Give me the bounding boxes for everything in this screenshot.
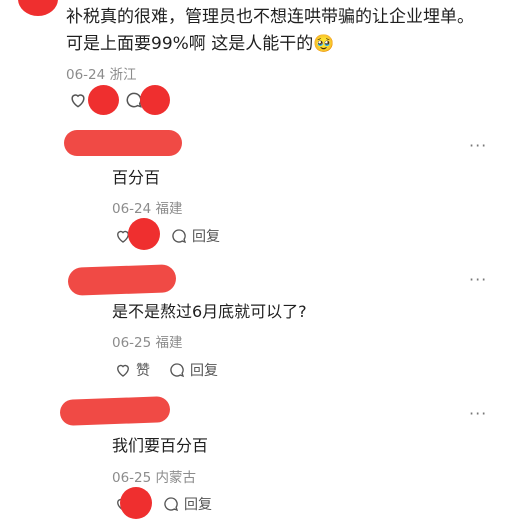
username-redacted [59,396,171,426]
reply-count-redacted [140,85,170,115]
reply-location: 内蒙古 [155,470,197,486]
comment-bubble-icon [164,497,179,512]
username-redacted [64,130,182,156]
reply-label: 回复 [184,497,212,513]
like-button[interactable] [68,90,88,110]
like-count-redacted [120,487,152,519]
reply-date: 06-24 [112,201,152,217]
comment-bubble-icon [170,363,185,378]
avatar-redacted [18,0,58,16]
comment-meta: 06-24 浙江 [66,63,137,83]
reply-button[interactable]: 回复 [162,494,212,514]
heart-icon [117,364,129,377]
like-count-redacted [128,218,160,250]
like-count-redacted [88,85,119,115]
reply-label: 回复 [190,363,218,379]
reply-meta: 06-25 福建 [112,331,183,351]
reply-location: 福建 [155,335,183,351]
comment-text-line2: 可是上面要99%啊 这是人能干的🥹 [66,31,334,57]
reply-date: 06-25 [112,470,152,486]
reply-button[interactable]: 回复 [170,226,220,246]
reply-label: 回复 [192,229,220,245]
reply-text: 百分百 [112,168,161,187]
comment-location: 浙江 [109,67,137,83]
comment-date: 06-24 [66,67,106,83]
reply-date: 06-25 [112,335,152,351]
more-options-button[interactable]: ··· [469,270,487,289]
comment-bubble-icon [172,229,187,244]
comment-text-line1: 补税真的很难，管理员也不想连哄带骗的让企业埋单。 [66,7,474,27]
like-button[interactable]: 赞 [114,360,150,380]
more-options-button[interactable]: ··· [469,404,487,423]
like-label: 赞 [136,363,150,379]
username-redacted [67,264,177,296]
reply-button[interactable]: 回复 [168,360,218,380]
reply-meta: 06-24 福建 [112,197,183,217]
reply-text: 我们要百分百 [112,436,209,455]
reply-meta: 06-25 内蒙古 [112,466,196,486]
comment-text-line2-body: 可是上面要99%啊 这是人能干的 [66,34,314,54]
reply-text: 是不是熬过6月底就可以了? [112,302,307,321]
heart-icon [71,94,85,108]
emoji-icon: 🥹 [313,34,335,54]
reply-location: 福建 [155,201,183,217]
more-options-button[interactable]: ··· [469,136,487,155]
